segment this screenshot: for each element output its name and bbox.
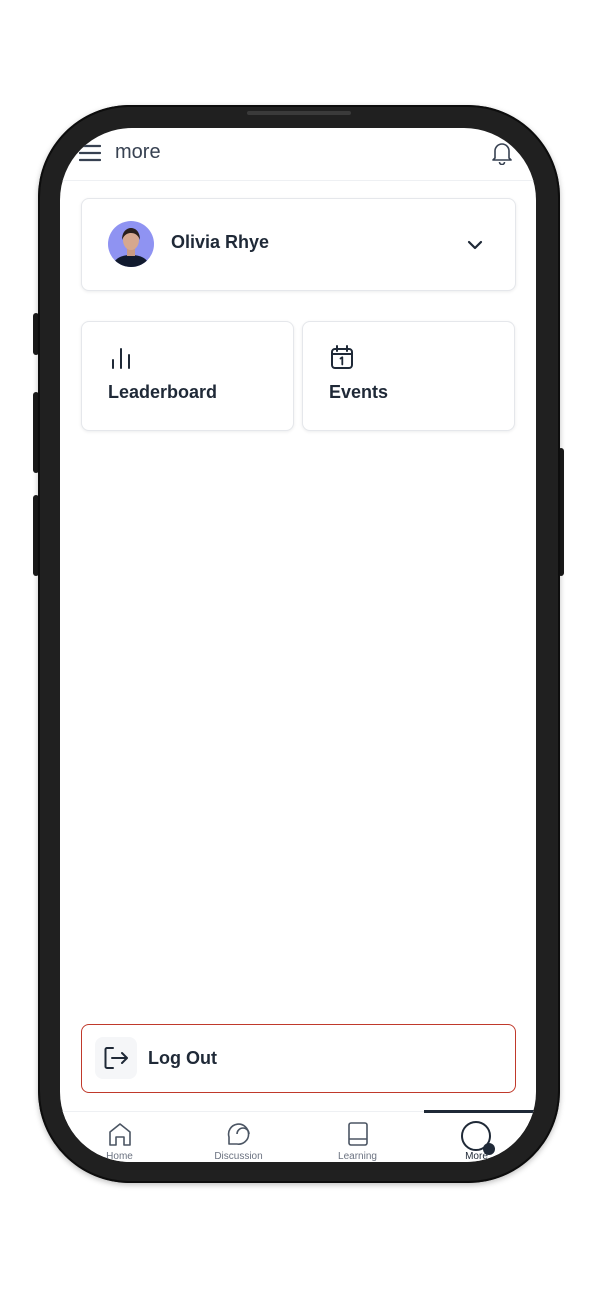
nav-home-label: Home [106,1151,133,1162]
chevron-down-icon[interactable] [465,235,485,255]
nav-discussion-label: Discussion [214,1151,263,1162]
nav-learning-label: Learning [338,1151,377,1162]
profile-name: Olivia Rhye [171,232,270,252]
book-icon [348,1122,368,1146]
page-title: more [115,141,161,163]
calendar-icon [331,345,353,369]
leaderboard-label: Leaderboard [108,382,218,402]
bottom-nav: Home Discussion Learning More [60,1110,536,1162]
top-bar: more [60,128,536,181]
logout-label: Log Out [148,1048,217,1068]
nav-home[interactable]: Home [60,1112,179,1162]
logout-icon-box [95,1037,137,1079]
logout-icon [104,1047,128,1069]
logout-button[interactable]: Log Out [81,1024,516,1093]
app-screen: more Olivia Rhye Leaderboard Events Log … [60,128,536,1162]
events-tile[interactable]: Events [302,321,515,431]
phone-speaker [247,111,351,115]
events-label: Events [329,382,389,402]
bell-icon[interactable] [491,141,513,165]
bar-chart-icon [112,348,130,369]
hamburger-icon[interactable] [79,143,101,163]
home-icon [109,1123,131,1146]
avatar [108,221,154,267]
leaderboard-tile[interactable]: Leaderboard [81,321,294,431]
nav-discussion[interactable]: Discussion [179,1112,298,1162]
chat-bubble-icon [227,1123,250,1145]
nav-learning[interactable]: Learning [298,1112,417,1162]
nav-more[interactable]: More [417,1112,536,1162]
profile-card[interactable]: Olivia Rhye [81,198,516,291]
nav-more-label: More [465,1151,488,1162]
